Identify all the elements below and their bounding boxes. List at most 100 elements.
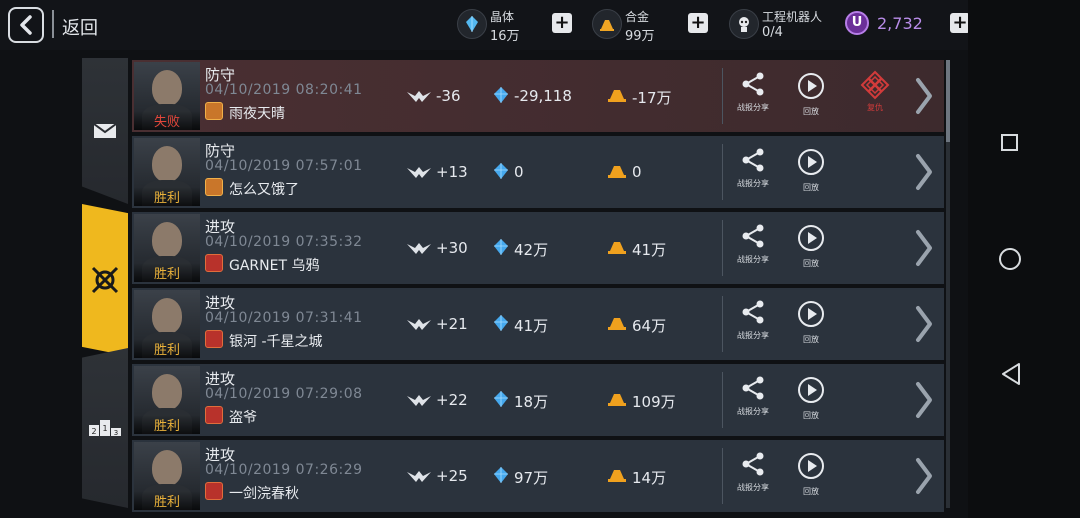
add-alloy-button[interactable]: + [688, 13, 708, 33]
resource-name: 工程机器人 [762, 10, 823, 24]
battle-report-row[interactable]: 胜利 防守 04/10/2019 07:57:01 怎么又饿了 +13 0 0 … [132, 136, 944, 208]
battle-result: 胜利 [134, 263, 200, 282]
premium-currency-icon: U [845, 11, 869, 35]
alloy-icon [592, 9, 622, 39]
guild-badge-icon [205, 178, 223, 196]
chevron-right-icon[interactable] [914, 304, 934, 348]
premium-value: 2,732 [877, 14, 923, 33]
add-crystal-button[interactable]: + [552, 13, 572, 33]
scrollbar-thumb[interactable] [946, 60, 950, 142]
battle-result: 胜利 [134, 415, 200, 434]
battle-report-row[interactable]: 胜利 进攻 04/10/2019 07:29:08 盗爷 +22 18万 109… [132, 364, 944, 436]
replay-button[interactable]: 回放 [789, 300, 833, 345]
share-icon [740, 452, 766, 480]
share-icon [740, 376, 766, 404]
home-button[interactable] [999, 248, 1021, 270]
play-icon [797, 225, 825, 256]
replay-label: 回放 [803, 335, 819, 344]
chevron-right-icon[interactable] [914, 380, 934, 424]
alloy-change: 0 [632, 163, 642, 181]
crystal-change: 41万 [514, 317, 549, 335]
chevron-right-icon[interactable] [914, 456, 934, 500]
crystal-change: 0 [514, 163, 524, 181]
top-bar: 返回 晶体 16万 + 合金 99万 + 工程机器人 0/4 U 2,732 + [0, 0, 1080, 50]
replay-button[interactable]: 回放 [789, 72, 833, 117]
play-icon [797, 377, 825, 408]
opponent-name: 一剑浣春秋 [229, 486, 299, 502]
share-report-button[interactable]: 战报分享 [731, 452, 775, 493]
resource-value: 99万 [625, 29, 655, 44]
crystal-change: -29,118 [514, 87, 572, 105]
alloy-change: 14万 [632, 469, 667, 487]
side-tabs: 213 [82, 58, 128, 510]
crystal-change: 18万 [514, 393, 549, 411]
divider [52, 10, 54, 38]
scrollbar[interactable] [946, 60, 950, 508]
share-icon [740, 72, 766, 100]
share-report-button[interactable]: 战报分享 [731, 376, 775, 417]
play-icon [797, 301, 825, 332]
chevron-right-icon[interactable] [914, 152, 934, 196]
replay-button[interactable]: 回放 [789, 148, 833, 193]
chevron-right-icon[interactable] [914, 76, 934, 120]
trophy-change: +13 [436, 163, 468, 181]
back-button[interactable] [8, 7, 44, 43]
trophy-icon [406, 469, 432, 488]
trophy-icon [406, 317, 432, 336]
battle-time: 04/10/2019 07:35:32 [205, 234, 363, 250]
share-label: 战报分享 [737, 179, 769, 188]
crystal-change: 97万 [514, 469, 549, 487]
guild-badge-icon [205, 254, 223, 272]
add-premium-button[interactable]: + [950, 13, 970, 33]
share-report-button[interactable]: 战报分享 [731, 148, 775, 189]
nav-back-button[interactable] [1000, 362, 1022, 386]
crystal-icon [492, 466, 510, 488]
chevron-right-icon[interactable] [914, 228, 934, 272]
opponent-name: 雨夜天晴 [229, 106, 285, 122]
play-icon [797, 73, 825, 104]
opponent-name: GARNET 乌鸦 [229, 258, 320, 274]
back-label[interactable]: 返回 [62, 14, 98, 40]
tab-mail[interactable] [82, 58, 128, 204]
opponent-avatar: 胜利 [134, 214, 200, 282]
tab-battle[interactable] [82, 204, 128, 356]
crystal-change: 42万 [514, 241, 549, 259]
share-report-button[interactable]: 战报分享 [731, 300, 775, 341]
recent-apps-button[interactable] [1001, 134, 1018, 151]
avatar-head [152, 298, 182, 334]
trophy-change: +21 [436, 315, 468, 333]
replay-button[interactable]: 回放 [789, 376, 833, 421]
podium-icon: 213 [89, 420, 121, 437]
battle-report-row[interactable]: 失败 防守 04/10/2019 08:20:41 雨夜天晴 -36 -29,1… [132, 60, 944, 132]
opponent-avatar: 胜利 [134, 290, 200, 358]
avatar-head [152, 222, 182, 258]
opponent-name: 盗爷 [229, 410, 257, 426]
battle-result: 失败 [134, 111, 200, 130]
avatar-head [152, 450, 182, 486]
envelope-icon [93, 123, 117, 138]
opponent-name: 银河 -千星之城 [229, 334, 323, 350]
crossed-swords-icon [91, 266, 119, 294]
crystal-icon [492, 238, 510, 260]
divider [722, 372, 723, 428]
share-report-button[interactable]: 战报分享 [731, 72, 775, 113]
battle-report-row[interactable]: 胜利 进攻 04/10/2019 07:26:29 一剑浣春秋 +25 97万 … [132, 440, 944, 512]
battle-report-list: 失败 防守 04/10/2019 08:20:41 雨夜天晴 -36 -29,1… [132, 58, 950, 512]
replay-label: 回放 [803, 259, 819, 268]
alloy-change: -17万 [632, 89, 672, 107]
crystal-icon [457, 9, 487, 39]
tab-ranking[interactable]: 213 [82, 348, 128, 508]
share-report-button[interactable]: 战报分享 [731, 224, 775, 265]
svg-text:3: 3 [114, 429, 118, 437]
replay-button[interactable]: 回放 [789, 224, 833, 269]
opponent-avatar: 失败 [134, 62, 200, 130]
replay-label: 回放 [803, 107, 819, 116]
battle-report-row[interactable]: 胜利 进攻 04/10/2019 07:35:32 GARNET 乌鸦 +30 … [132, 212, 944, 284]
replay-button[interactable]: 回放 [789, 452, 833, 497]
revenge-button[interactable]: 复仇 [853, 70, 897, 113]
avatar-head [152, 146, 182, 182]
alloy-change: 109万 [632, 393, 676, 411]
trophy-icon [406, 89, 432, 108]
battle-report-row[interactable]: 胜利 进攻 04/10/2019 07:31:41 银河 -千星之城 +21 4… [132, 288, 944, 360]
resource-name: 合金 [625, 10, 650, 24]
